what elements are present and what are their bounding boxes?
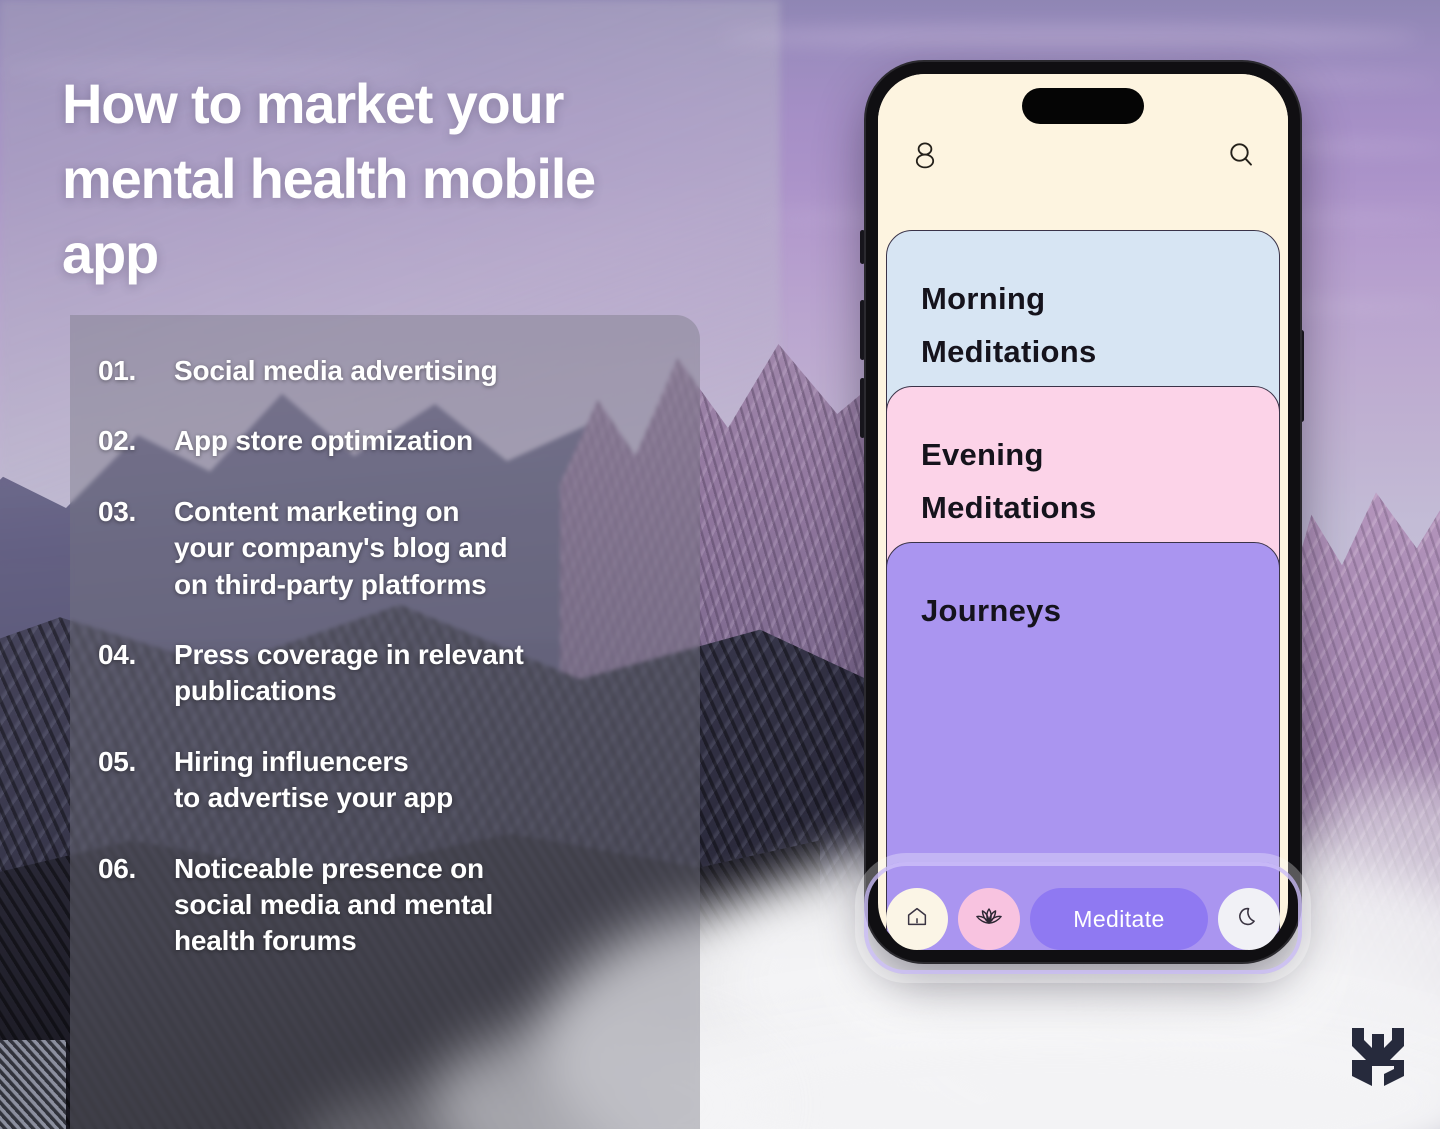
tips-list-panel: 01. Social media advertising 02. App sto…	[70, 315, 700, 1129]
list-item: 02. App store optimization	[98, 423, 688, 459]
bottom-nav: Meditate	[886, 884, 1280, 954]
list-item-number: 05.	[98, 745, 137, 777]
list-item: 01. Social media advertising	[98, 353, 688, 389]
nav-lotus-button[interactable]	[958, 888, 1020, 950]
list-item-number: 04.	[98, 638, 137, 670]
list-item: 03. Content marketing on your company's …	[98, 494, 688, 603]
list-item-text: Press coverage in relevant publications	[174, 638, 524, 707]
rock-outcrop	[0, 1040, 66, 1129]
home-icon	[904, 904, 930, 935]
nav-meditate-button[interactable]: Meditate	[1030, 888, 1208, 950]
list-item: 06. Noticeable presence on social media …	[98, 851, 688, 960]
app-topbar	[878, 74, 1288, 244]
lotus-icon	[975, 905, 1003, 933]
list-item-text: Content marketing on your company's blog…	[174, 495, 508, 600]
nav-meditate-label: Meditate	[1073, 905, 1165, 932]
page-title: How to market your mental health mobile …	[62, 72, 596, 286]
list-item-text: App store optimization	[174, 425, 473, 457]
category-card-stack: Morning Meditations Evening Meditations …	[878, 230, 1288, 950]
phone-mockup: Morning Meditations Evening Meditations …	[866, 62, 1300, 962]
list-item-text: Social media advertising	[174, 355, 498, 386]
list-item-text: Hiring influencers to advertise your app	[174, 745, 453, 814]
moon-icon	[1236, 904, 1262, 935]
dynamic-island	[1022, 88, 1144, 124]
nav-home-button[interactable]	[886, 888, 948, 950]
list-item-number: 01.	[98, 355, 137, 386]
list-item: 05. Hiring influencers to advertise your…	[98, 744, 688, 817]
tips-list: 01. Social media advertising 02. App sto…	[98, 353, 688, 960]
card-title: Evening Meditations	[921, 437, 1097, 525]
card-title: Morning Meditations	[921, 281, 1097, 369]
phone-silent-switch[interactable]	[860, 230, 865, 264]
card-title: Journeys	[921, 593, 1062, 628]
list-item-number: 06.	[98, 852, 137, 884]
search-icon[interactable]	[1228, 140, 1254, 170]
nav-moon-button[interactable]	[1218, 888, 1280, 950]
ms-monogram-logo	[1350, 1026, 1406, 1088]
list-item-number: 03.	[98, 495, 137, 527]
cloud-streak	[720, 26, 1420, 48]
list-item-text: Noticeable presence on social media and …	[174, 852, 494, 957]
phone-screen: Morning Meditations Evening Meditations …	[878, 74, 1288, 950]
profile-icon[interactable]	[912, 140, 938, 170]
list-item: 04. Press coverage in relevant publicati…	[98, 637, 688, 710]
phone-volume-up-button[interactable]	[860, 300, 865, 360]
list-item-number: 02.	[98, 425, 137, 457]
phone-volume-down-button[interactable]	[860, 378, 865, 438]
